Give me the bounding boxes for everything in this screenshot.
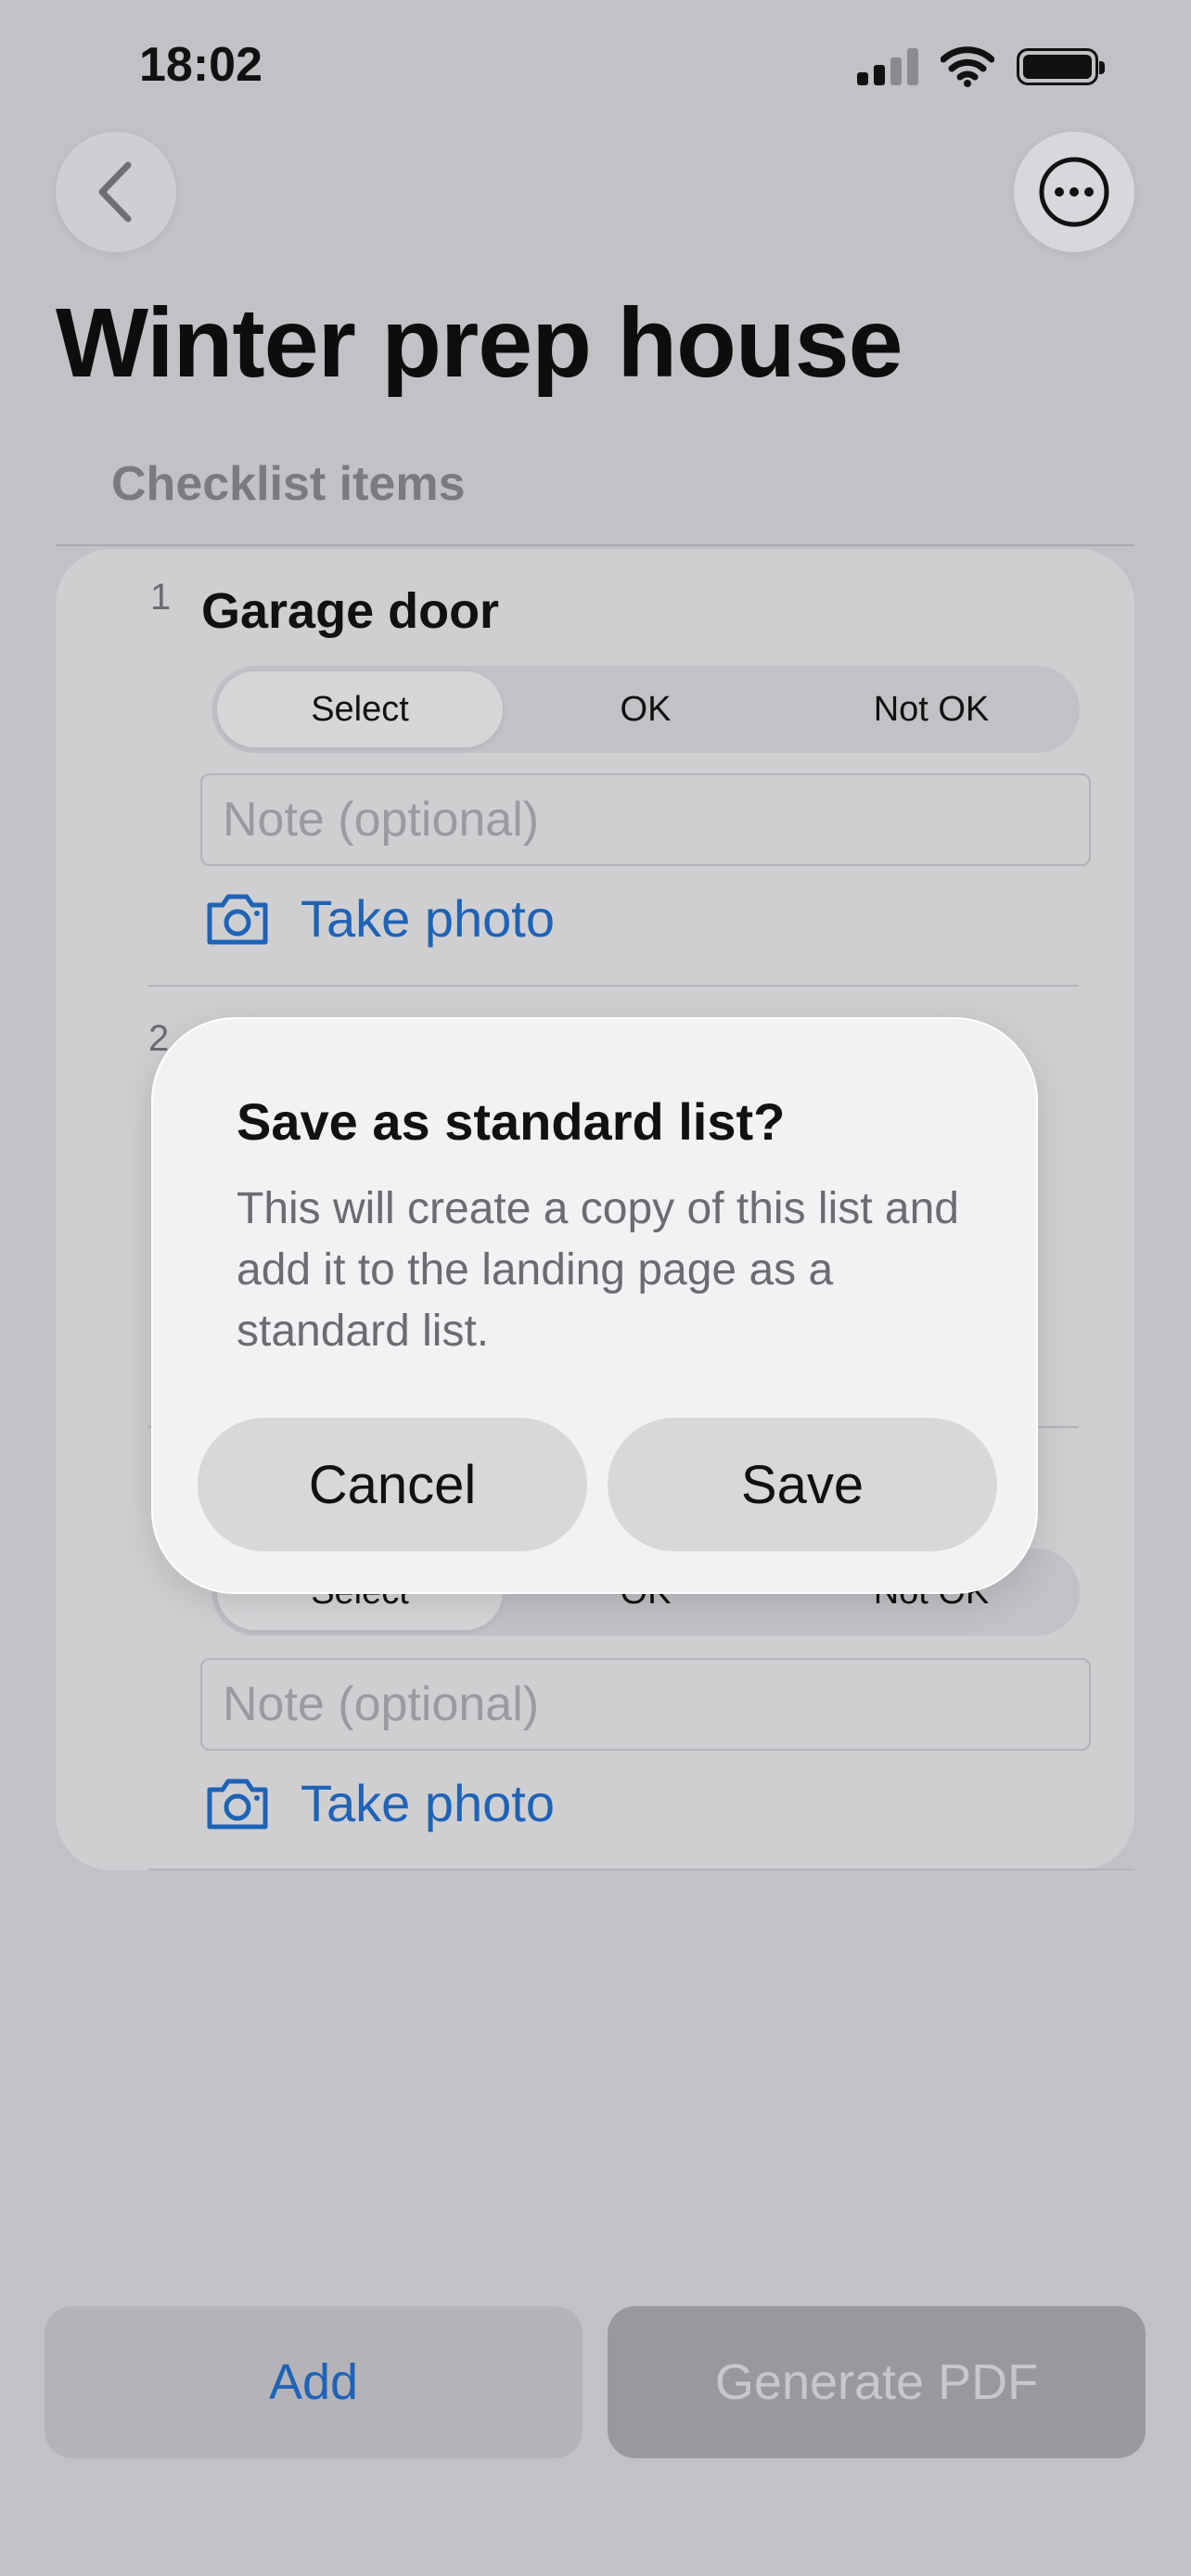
more-options-button[interactable] bbox=[1014, 132, 1134, 252]
cellular-signal-icon bbox=[857, 48, 918, 85]
camera-icon bbox=[207, 1779, 268, 1829]
segment-select[interactable]: Select bbox=[217, 671, 503, 747]
back-button[interactable] bbox=[56, 132, 176, 252]
take-photo-button[interactable]: Take photo bbox=[204, 1773, 555, 1833]
dialog-message: This will create a copy of this list and… bbox=[237, 1184, 959, 1356]
add-item-button[interactable]: Add bbox=[45, 2306, 583, 2458]
wifi-icon bbox=[941, 46, 994, 87]
generate-pdf-button[interactable]: Generate PDF bbox=[608, 2306, 1146, 2458]
note-field[interactable]: Note (optional) bbox=[200, 773, 1091, 866]
cancel-button[interactable]: Cancel bbox=[198, 1418, 587, 1551]
save-button[interactable]: Save bbox=[608, 1418, 997, 1551]
take-photo-label: Take photo bbox=[301, 889, 555, 948]
page-title: Winter prep house bbox=[56, 288, 903, 398]
save-standard-list-dialog: Save as standard list? This will create … bbox=[151, 1017, 1038, 1594]
section-label: Checklist items bbox=[111, 457, 466, 511]
section-divider bbox=[56, 544, 1134, 546]
status-time: 18:02 bbox=[139, 38, 263, 92]
segment-not-ok[interactable]: Not OK bbox=[788, 671, 1074, 747]
dialog-title: Save as standard list? bbox=[237, 1092, 786, 1151]
item-divider bbox=[148, 985, 1079, 987]
note-field[interactable]: Note (optional) bbox=[200, 1658, 1091, 1751]
chevron-left-icon bbox=[98, 161, 132, 223]
take-photo-button[interactable]: Take photo bbox=[204, 888, 555, 949]
status-segmented-control[interactable]: Select OK Not OK bbox=[211, 666, 1080, 753]
take-photo-label: Take photo bbox=[301, 1774, 555, 1832]
battery-icon bbox=[1017, 48, 1105, 85]
segment-ok[interactable]: OK bbox=[503, 671, 788, 747]
item-divider bbox=[148, 1868, 1134, 1870]
ellipsis-circle-icon bbox=[1039, 157, 1109, 227]
camera-icon bbox=[207, 894, 268, 944]
item-title: Garage door bbox=[201, 583, 500, 639]
status-icons bbox=[857, 46, 1105, 87]
item-number: 1 bbox=[150, 577, 172, 618]
